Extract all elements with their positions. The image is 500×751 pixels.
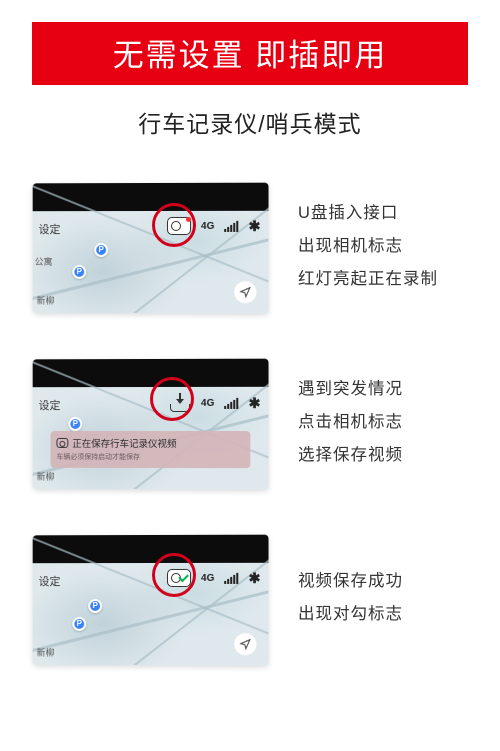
device-screenshot: 设定 新柳 公寓 4G ✱	[33, 183, 269, 314]
signal-bars-icon	[224, 220, 238, 231]
signal-bars-icon	[224, 572, 238, 583]
parking-pin-icon	[88, 599, 102, 613]
status-icon-row: 4G ✱	[167, 569, 261, 587]
instruction-text: U盘插入接口 出现相机标志 红灯亮起正在录制	[298, 197, 438, 296]
parking-pin-icon	[94, 243, 108, 257]
settings-label: 设定	[39, 397, 61, 413]
signal-bars-icon	[224, 397, 238, 408]
instruction-row: 设定 新柳 公寓 4G ✱ U盘插入接口 出现相机标志 红灯亮起正在录	[0, 175, 500, 317]
navigation-arrow-icon	[234, 633, 256, 655]
screen-topbar	[33, 535, 269, 564]
toast-camera-icon	[56, 438, 68, 448]
top-banner: 无需设置 即插即用	[32, 22, 468, 85]
instruction-line: 出现相机标志	[298, 230, 438, 263]
device-screenshot: 设定 新柳 4G ✱ 正在保存行车记录仪视频 车辆必须保持启动才能保存	[33, 359, 269, 490]
status-icon-row: 4G ✱	[169, 393, 261, 413]
dashcam-recording-icon	[167, 217, 191, 235]
toast-main-text: 正在保存行车记录仪视频	[72, 436, 176, 450]
network-4g-label: 4G	[201, 572, 214, 583]
network-4g-label: 4G	[201, 220, 214, 231]
dashcam-saved-icon	[167, 569, 191, 587]
top-banner-text: 无需设置 即插即用	[113, 38, 388, 73]
parking-pin-icon	[72, 617, 86, 631]
instruction-line: 视频保存成功	[298, 565, 403, 598]
saving-toast: 正在保存行车记录仪视频 车辆必须保持启动才能保存	[50, 431, 250, 468]
map-text: 新柳	[37, 646, 55, 659]
instruction-line: 红灯亮起正在录制	[298, 263, 438, 296]
instruction-line: 选择保存视频	[298, 439, 403, 472]
settings-label: 设定	[39, 573, 61, 589]
instruction-line: 出现对勾标志	[298, 598, 403, 631]
status-icon-row: 4G ✱	[167, 217, 261, 235]
instruction-text: 视频保存成功 出现对勾标志	[298, 565, 403, 631]
parking-pin-icon	[72, 265, 86, 279]
screen-topbar	[33, 183, 269, 212]
instruction-line: 点击相机标志	[298, 406, 403, 439]
screenshot-wrap: 设定 新柳 公寓 4G ✱	[0, 175, 270, 317]
settings-label: 设定	[39, 221, 61, 237]
instruction-row: 设定 新柳 4G ✱ 视频保存成功 出现对勾标志	[0, 527, 500, 669]
instruction-line: 遇到突发情况	[298, 373, 403, 406]
map-text: 公寓	[35, 255, 53, 268]
instruction-row: 设定 新柳 4G ✱ 正在保存行车记录仪视频 车辆必须保持启动才能保存	[0, 351, 500, 493]
screenshot-wrap: 设定 新柳 4G ✱	[0, 527, 270, 669]
map-text: 新柳	[37, 294, 55, 307]
instruction-text: 遇到突发情况 点击相机标志 选择保存视频	[298, 373, 403, 472]
screenshot-wrap: 设定 新柳 4G ✱ 正在保存行车记录仪视频 车辆必须保持启动才能保存	[0, 351, 270, 493]
navigation-arrow-icon	[234, 281, 256, 303]
toast-sub-text: 车辆必须保持启动才能保存	[56, 452, 244, 462]
bluetooth-icon: ✱	[249, 394, 261, 411]
page-subtitle: 行车记录仪/哨兵模式	[0, 105, 500, 139]
device-screenshot: 设定 新柳 4G ✱	[33, 535, 269, 666]
network-4g-label: 4G	[201, 397, 214, 408]
instruction-line: U盘插入接口	[298, 197, 438, 230]
bluetooth-icon: ✱	[249, 569, 261, 586]
screen-topbar	[33, 359, 269, 388]
instruction-rows: 设定 新柳 公寓 4G ✱ U盘插入接口 出现相机标志 红灯亮起正在录	[0, 175, 500, 669]
dashcam-saving-icon	[169, 393, 191, 413]
bluetooth-icon: ✱	[249, 217, 261, 234]
map-text: 新柳	[37, 470, 55, 483]
parking-pin-icon	[68, 417, 82, 431]
